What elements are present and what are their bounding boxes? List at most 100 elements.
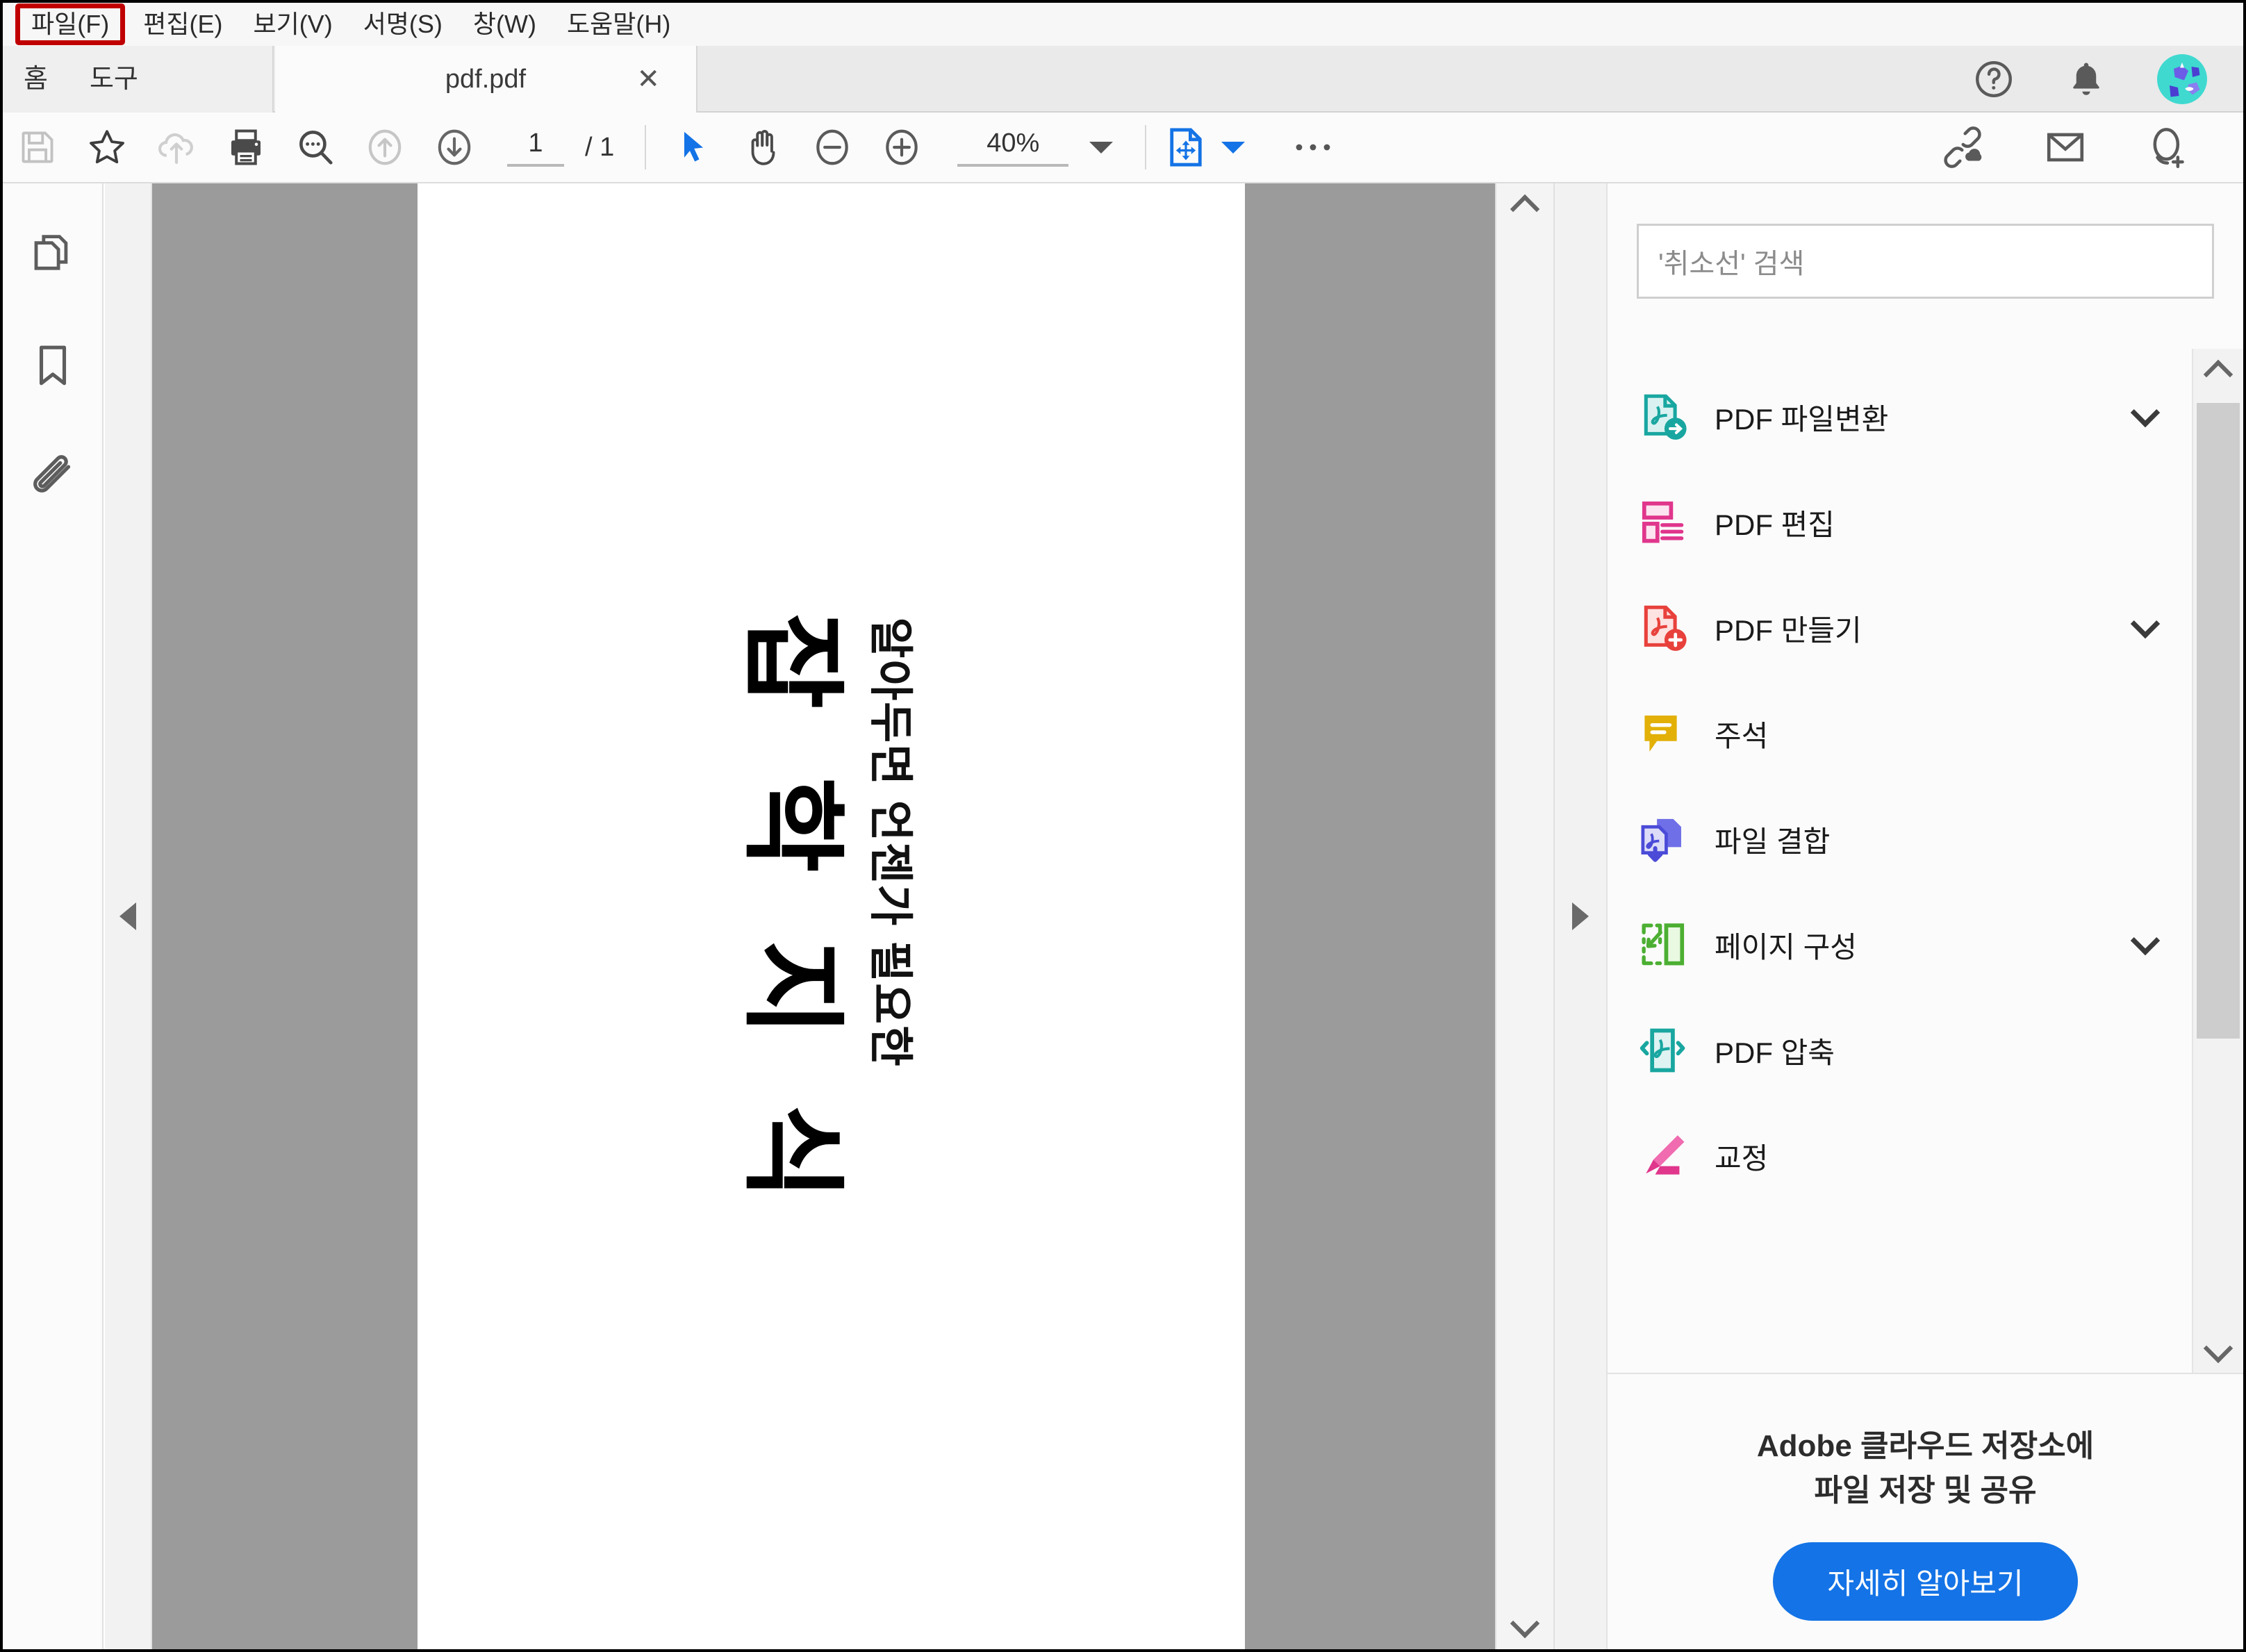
right-panel-body: '취소선' 검색 PDF 파일변환 PDF 편집 PDF 만들기 주석 파일 결…: [1608, 183, 2243, 1649]
tool-label: PDF 만들기: [1715, 613, 1862, 647]
email-icon[interactable]: [2031, 115, 2100, 179]
menu-bar: 파일(F) 편집(E) 보기(V) 서명(S) 창(W) 도움말(H): [3, 3, 2243, 46]
tab-home[interactable]: 홈: [3, 46, 69, 113]
share-link-icon[interactable]: [1928, 115, 1997, 179]
collapse-left-panel-button[interactable]: [105, 183, 152, 1649]
save-icon[interactable]: [3, 115, 72, 179]
acrobat-window: 파일(F) 편집(E) 보기(V) 서명(S) 창(W) 도움말(H) 홈 도구…: [0, 0, 2246, 1652]
cloud-storage-promo: Adobe 클라우드 저장소에 파일 저장 및 공유 자세히 알아보기: [1608, 1374, 2243, 1649]
pdf-create-icon: [1637, 602, 1690, 654]
tools-scroll-up-button[interactable]: [2193, 349, 2243, 393]
learn-more-button[interactable]: 자세히 알아보기: [1773, 1542, 2078, 1621]
toolbar-divider-2: [1145, 125, 1147, 170]
help-circle-icon[interactable]: [1972, 58, 2015, 101]
tab-bar-left-group: 홈 도구: [3, 46, 274, 113]
pdf-subtitle-text: 알아두면 언젠가 필요한: [865, 617, 916, 1068]
comment-icon: [1637, 707, 1690, 760]
menu-item-sign[interactable]: 서명(S): [348, 6, 458, 43]
triangle-right-icon: [1572, 902, 1589, 930]
chevron-down-icon[interactable]: [2130, 609, 2161, 639]
left-navigation-rail: [3, 183, 104, 1649]
tools-scrollbar-thumb[interactable]: [2197, 403, 2240, 1039]
promo-line-1: Adobe 클라우드 저장소에: [1756, 1429, 2095, 1463]
document-vertical-scrollbar[interactable]: [1495, 183, 1553, 1649]
fit-page-chevron-down-icon[interactable]: [1221, 141, 1246, 154]
menu-item-file[interactable]: 파일(F): [15, 3, 126, 45]
page-number-field[interactable]: 1 / 1: [507, 129, 614, 167]
hand-icon[interactable]: [728, 115, 798, 179]
menu-item-edit[interactable]: 편집(E): [128, 6, 238, 43]
triangle-left-icon: [119, 902, 136, 930]
menu-item-window[interactable]: 창(W): [458, 6, 552, 43]
cursor-arrow-icon[interactable]: [659, 115, 728, 179]
tab-tools[interactable]: 도구: [69, 46, 159, 113]
add-person-icon[interactable]: [2133, 115, 2203, 179]
notification-bell-icon[interactable]: [2065, 58, 2107, 100]
combine-files-icon: [1637, 813, 1690, 866]
search-icon[interactable]: [281, 115, 350, 179]
user-avatar-icon[interactable]: [2157, 54, 2207, 104]
page-band-left: [152, 183, 418, 1649]
arrow-down-circle-icon[interactable]: [420, 115, 489, 179]
tool-item-pdf-edit[interactable]: PDF 편집: [1608, 470, 2192, 575]
tools-scroll-down-button[interactable]: [2193, 1330, 2243, 1374]
search-tools-placeholder: '취소선' 검색: [1658, 249, 1805, 279]
main-toolbar: 1 / 1 40%: [3, 113, 2243, 183]
zoom-level-field[interactable]: 40%: [957, 129, 1114, 167]
arrow-up-circle-icon[interactable]: [350, 115, 420, 179]
page-band-right: [1245, 183, 1495, 1649]
compress-pdf-icon: [1637, 1024, 1690, 1077]
chevron-down-icon[interactable]: [1089, 141, 1114, 154]
tools-list-container: PDF 파일변환 PDF 편집 PDF 만들기 주석 파일 결합 페이지 구성 …: [1608, 349, 2243, 1374]
tool-label: PDF 파일변환: [1715, 402, 1889, 436]
tool-item-pdf-convert[interactable]: PDF 파일변환: [1608, 364, 2192, 470]
tool-label: 파일 결합: [1715, 825, 1831, 858]
tool-item-compress-pdf[interactable]: PDF 압축: [1608, 998, 2192, 1103]
zoom-out-icon[interactable]: [798, 115, 867, 179]
chevron-up-icon: [1510, 194, 1540, 224]
attachment-icon[interactable]: [17, 442, 89, 514]
toolbar-share-group: [1928, 115, 2243, 179]
tab-bar-right-group: [1972, 46, 2243, 113]
tool-item-organize-pages[interactable]: 페이지 구성: [1608, 892, 2192, 998]
cloud-upload-icon[interactable]: [142, 115, 211, 179]
chevron-down-icon[interactable]: [2130, 397, 2161, 428]
pdf-canvas[interactable]: 알아두면 언젠가 필요한 잡 학 지 식: [152, 183, 1495, 1649]
chevron-down-icon[interactable]: [2130, 925, 2161, 956]
menu-item-help[interactable]: 도움말(H): [552, 6, 686, 43]
fit-page-icon[interactable]: [1159, 115, 1213, 179]
pdf-edit-icon: [1637, 496, 1690, 549]
page-total-label: / 1: [585, 132, 615, 162]
zoom-level-value[interactable]: 40%: [957, 129, 1069, 167]
promo-line-2: 파일 저장 및 공유: [1814, 1473, 2037, 1508]
zoom-in-icon[interactable]: [867, 115, 936, 179]
page-current-value[interactable]: 1: [507, 129, 564, 167]
tools-vertical-scrollbar[interactable]: [2192, 349, 2243, 1374]
chevron-down-icon: [1510, 1608, 1540, 1639]
menu-item-view[interactable]: 보기(V): [238, 6, 347, 43]
tool-item-comment[interactable]: 주석: [1608, 681, 2192, 786]
search-tools-input[interactable]: '취소선' 검색: [1637, 224, 2214, 299]
scroll-down-button[interactable]: [1496, 1605, 1553, 1649]
pdf-title-text: 잡 학 지 식: [734, 613, 851, 1220]
right-tools-panel: '취소선' 검색 PDF 파일변환 PDF 편집 PDF 만들기 주석 파일 결…: [1553, 183, 2243, 1649]
tool-label: 주석: [1715, 719, 1769, 752]
bookmark-icon[interactable]: [17, 329, 89, 402]
pdf-convert-icon: [1637, 390, 1690, 443]
tool-item-combine-files[interactable]: 파일 결합: [1608, 786, 2192, 892]
tool-item-redact[interactable]: 교정: [1608, 1103, 2192, 1209]
tool-label: 교정: [1715, 1141, 1769, 1175]
scroll-up-button[interactable]: [1496, 183, 1553, 228]
print-icon[interactable]: [211, 115, 281, 179]
chevron-up-icon: [2203, 359, 2233, 390]
tool-item-pdf-create[interactable]: PDF 만들기: [1608, 575, 2192, 681]
expand-right-panel-button[interactable]: [1555, 183, 1608, 1649]
redact-icon: [1637, 1130, 1690, 1182]
toolbar-file-group: 1 / 1: [3, 115, 614, 179]
chevron-down-icon: [2203, 1333, 2233, 1364]
tab-document-pdf[interactable]: pdf.pdf ✕: [275, 46, 697, 113]
star-icon[interactable]: [72, 115, 142, 179]
more-options-icon[interactable]: [1278, 115, 1348, 179]
close-icon[interactable]: ✕: [636, 65, 660, 93]
page-thumbnails-icon[interactable]: [17, 217, 89, 289]
